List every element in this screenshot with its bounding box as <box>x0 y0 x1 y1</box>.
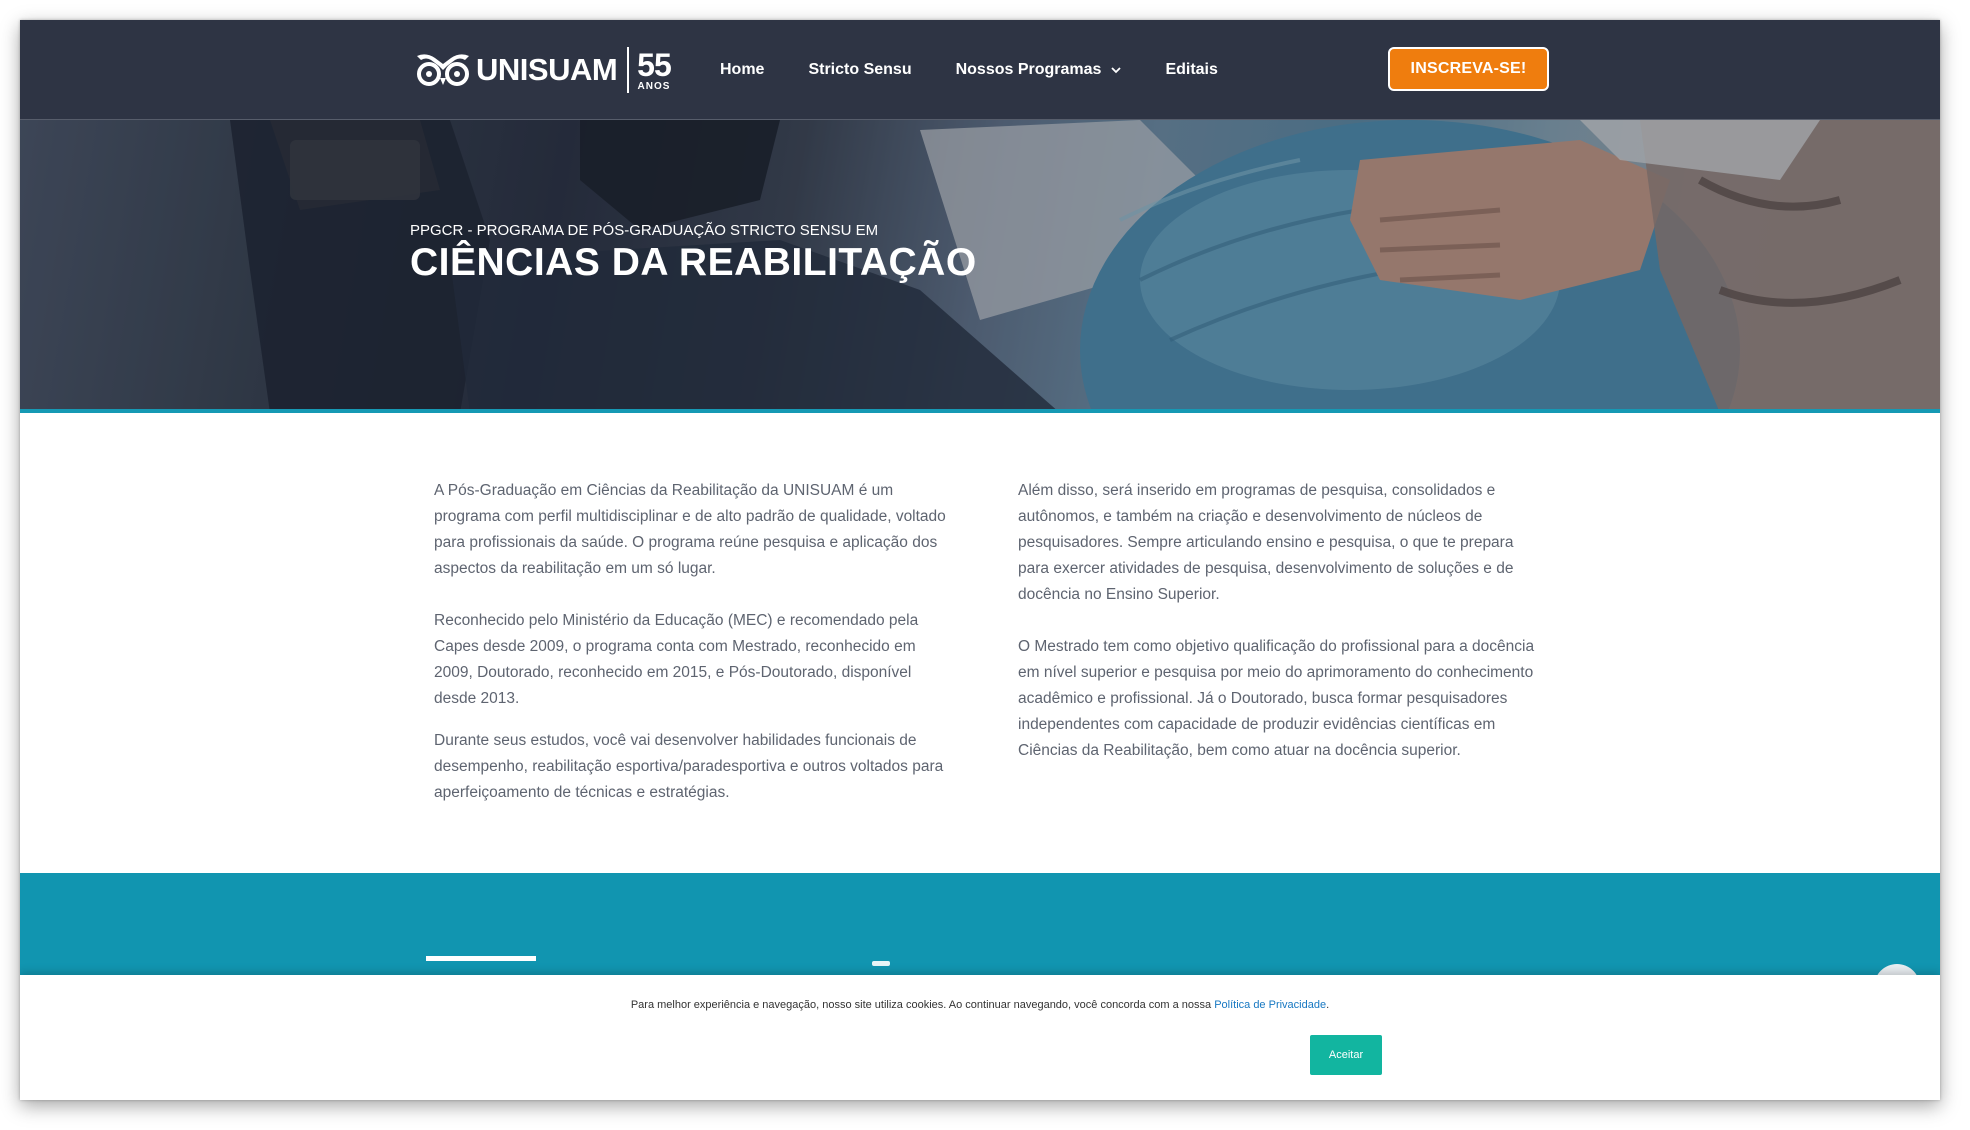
site-header: UNISUAM 55 ANOS Home Stricto Sensu Nosso… <box>20 20 1940 120</box>
cookie-message: Para melhor experiência e navegação, nos… <box>20 999 1940 1011</box>
inscreva-se-button[interactable]: INSCREVA-SE! <box>1388 47 1549 91</box>
section-title-accent-bar <box>426 956 536 961</box>
cookie-banner: Para melhor experiência e navegação, nos… <box>20 975 1940 1100</box>
nav-item-stricto-sensu[interactable]: Stricto Sensu <box>808 61 911 79</box>
logo-divider <box>627 47 630 93</box>
main-nav: Home Stricto Sensu Nossos Programas Edit… <box>720 20 1262 119</box>
cookie-message-suffix: . <box>1326 999 1330 1011</box>
owl-logo-icon <box>417 54 469 86</box>
accept-cookies-button[interactable]: Aceitar <box>1310 1035 1382 1075</box>
nav-item-home[interactable]: Home <box>720 61 764 79</box>
paragraph: A Pós-Graduação em Ciências da Reabilita… <box>434 482 946 577</box>
paragraph: Reconhecido pelo Ministério da Educação … <box>434 612 919 707</box>
nav-item-label: Home <box>720 60 765 78</box>
paragraph: Durante seus estudos, você vai desenvolv… <box>434 732 944 801</box>
logo-wordmark: UNISUAM <box>476 52 618 87</box>
hero-subtitle: PPGCR - PROGRAMA DE PÓS-GRADUAÇÃO STRICT… <box>410 222 879 239</box>
nav-item-label: Stricto Sensu <box>808 60 912 78</box>
chevron-down-icon <box>1111 66 1122 73</box>
logo-anniversary: 55 ANOS <box>637 46 672 92</box>
cookie-message-text: Para melhor experiência e navegação, nos… <box>630 999 1215 1011</box>
logo-years-number: 55 <box>637 46 672 83</box>
description-left-column: A Pós-Graduação em Ciências da Reabilita… <box>434 478 954 806</box>
nav-item-nossos-programas[interactable]: Nossos Programas <box>956 61 1122 79</box>
nav-item-editais[interactable]: Editais <box>1165 61 1217 79</box>
section-title-fragment <box>872 961 890 966</box>
browser-viewport: UNISUAM 55 ANOS Home Stricto Sensu Nosso… <box>20 20 1940 1100</box>
paragraph: O Mestrado tem como objetivo qualificaçã… <box>1018 638 1535 759</box>
hero-title: CIÊNCIAS DA REABILITAÇÃO <box>410 241 977 284</box>
logo-years-word: ANOS <box>637 80 671 92</box>
description-right-column: Além disso, será inserido em programas d… <box>1018 478 1538 764</box>
paragraph: Além disso, será inserido em programas d… <box>1018 482 1514 603</box>
hero-overlay <box>20 120 1940 409</box>
privacy-policy-link[interactable]: Política de Privacidade <box>1214 999 1326 1011</box>
nav-item-label: Nossos Programas <box>955 60 1102 78</box>
program-description: A Pós-Graduação em Ciências da Reabilita… <box>20 413 1940 873</box>
nav-item-label: Editais <box>1165 60 1218 78</box>
hero-banner <box>20 120 1940 413</box>
unisuam-logo[interactable]: UNISUAM 55 ANOS <box>414 46 672 94</box>
